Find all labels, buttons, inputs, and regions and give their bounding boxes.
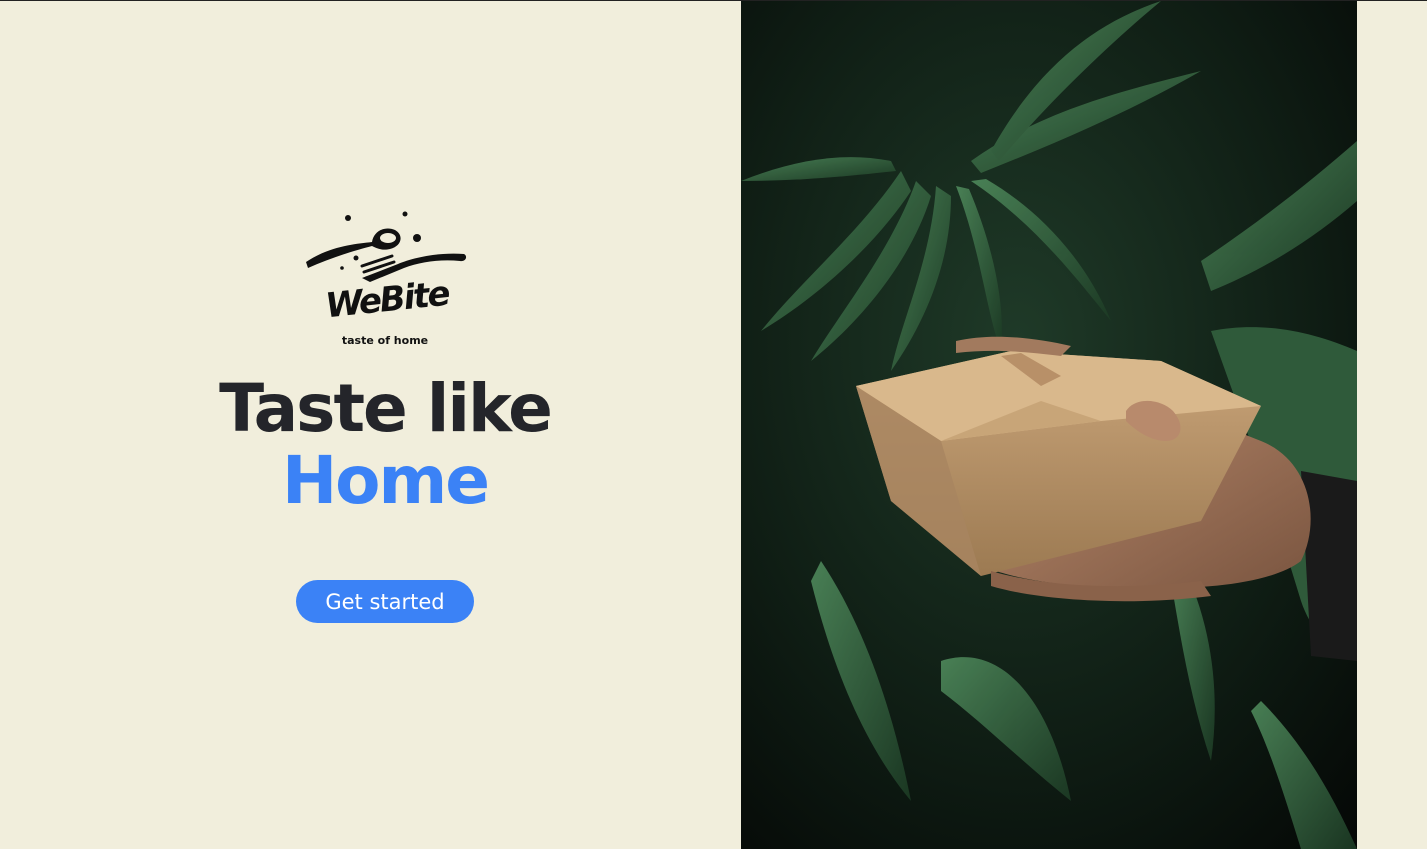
hero-headline: Taste like Home <box>185 373 585 517</box>
hero-photo <box>741 1 1357 849</box>
headline-line-1: Taste like <box>219 370 553 447</box>
headline-line-2: Home <box>281 442 490 519</box>
right-margin-strip <box>1357 1 1427 849</box>
brand-tagline: taste of home <box>341 334 429 347</box>
get-started-button[interactable]: Get started <box>296 580 474 623</box>
takeaway-box-photo <box>741 1 1357 849</box>
brand-logo[interactable]: WeBite taste of home <box>300 206 470 356</box>
hero-left-panel: WeBite taste of home Taste like Home Get… <box>0 1 741 849</box>
